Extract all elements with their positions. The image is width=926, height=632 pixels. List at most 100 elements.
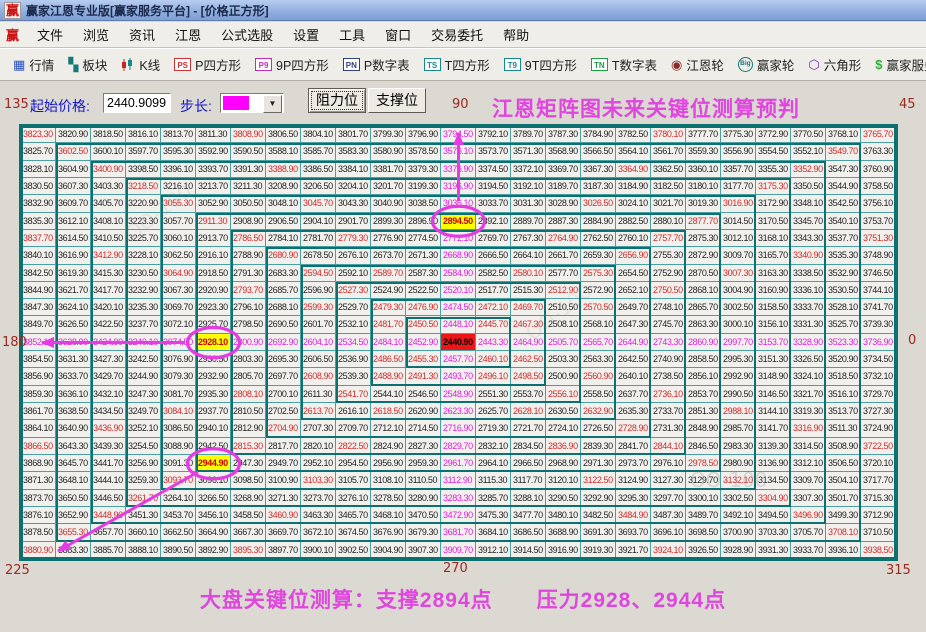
gann-cell: 3775.30 (721, 126, 756, 143)
step-color-select[interactable]: ▼ (220, 93, 284, 113)
gann-cell: 2642.50 (616, 351, 651, 368)
menu-item-江恩[interactable]: 江恩 (165, 23, 211, 46)
gann-cell: 3794.50 (441, 126, 476, 143)
gann-cell: 2966.50 (511, 455, 546, 472)
sectors-icon: ▚ (68, 58, 78, 72)
toolbar-t-square-button[interactable]: TST四方形 (417, 53, 497, 76)
toolbar-quotes-button[interactable]: ▦行情 (6, 53, 61, 76)
gann-cell: 2594.50 (301, 265, 336, 282)
gann-cell: 2551.30 (476, 386, 511, 403)
gann-cell: 2606.50 (301, 351, 336, 368)
toolbar-gann-wheel-button[interactable]: ◉江恩轮 (664, 53, 731, 76)
toolbar-label: P数字表 (364, 55, 410, 74)
gann-cell: 3708.10 (826, 524, 861, 541)
toolbar-label: 板块 (82, 55, 107, 74)
gann-cell: 3465.70 (336, 507, 371, 524)
gann-cell: 3403.30 (91, 178, 126, 195)
menu-item-资讯[interactable]: 资讯 (119, 23, 165, 46)
menu-item-交易委托[interactable]: 交易委托 (421, 23, 493, 46)
gann-cell: 3331.30 (791, 316, 826, 333)
gann-cell: 3885.70 (91, 542, 126, 559)
support-button[interactable]: 支撑位 (368, 88, 426, 113)
menu-item-帮助[interactable]: 帮助 (493, 23, 539, 46)
angle-label-180: 180 (2, 335, 27, 350)
gann-cell: 3156.10 (756, 316, 791, 333)
gann-cell: 2839.30 (581, 438, 616, 455)
gann-cell: 2659.30 (581, 247, 616, 264)
app-logo-icon: 赢 (4, 2, 21, 19)
gann-cell: 2856.10 (686, 368, 721, 385)
start-price-input[interactable]: 2440.9099 (103, 93, 171, 113)
gann-cell: 2930.50 (196, 351, 231, 368)
toolbar-t-number-table-button[interactable]: TNT数字表 (584, 53, 664, 76)
gann-cell: 3578.50 (406, 143, 441, 160)
gann-cell: 2640.10 (616, 368, 651, 385)
gann-cell: 2896.90 (406, 213, 441, 230)
gann-cell: 2750.50 (651, 282, 686, 299)
gann-cell: 2697.70 (266, 368, 301, 385)
gann-cell: 3333.70 (791, 299, 826, 316)
toolbar-winner-service-button[interactable]: $赢家服务 (868, 53, 926, 76)
gann-cell: 2534.50 (336, 334, 371, 351)
gann-cell: 2784.10 (266, 230, 301, 247)
gann-cell: 2649.70 (616, 299, 651, 316)
gann-cell: 3681.70 (441, 524, 476, 541)
gann-cell: 2707.30 (301, 420, 336, 437)
toolbar-kline-button[interactable]: K线 (114, 53, 167, 76)
gann-cell: 3304.90 (756, 490, 791, 507)
gann-cell: 3698.50 (686, 524, 721, 541)
gann-cell: 2700.10 (266, 386, 301, 403)
menu-item-设置[interactable]: 设置 (283, 23, 329, 46)
gann-cell: 3184.90 (616, 178, 651, 195)
gann-cell: 3813.70 (161, 126, 196, 143)
gann-cell: 2820.10 (301, 438, 336, 455)
gann-cell: 3717.70 (861, 472, 896, 489)
gann-cell: 3067.30 (161, 282, 196, 299)
gann-cell: 2846.50 (686, 438, 721, 455)
menu-item-文件[interactable]: 文件 (27, 23, 73, 46)
gann-cell: 3408.10 (91, 213, 126, 230)
toolbar-9p-square-button[interactable]: P99P四方形 (248, 53, 336, 76)
gann-cell: 3338.50 (791, 265, 826, 282)
gann-cell: 2796.10 (231, 299, 266, 316)
gann-cell: 3247.30 (126, 386, 161, 403)
gann-cell: 2565.70 (581, 334, 616, 351)
toolbar-sectors-button[interactable]: ▚ 板块 (61, 53, 114, 76)
gann-cell: 3319.30 (791, 403, 826, 420)
gann-cell: 2462.50 (511, 351, 546, 368)
gann-cell: 3554.50 (756, 143, 791, 160)
gann-cell: 3213.70 (196, 178, 231, 195)
toolbar-label: 江恩轮 (686, 55, 724, 74)
gann-cell: 3100.90 (266, 472, 301, 489)
gann-cell: 3024.10 (616, 195, 651, 212)
resistance-button[interactable]: 阻力位 (308, 88, 366, 113)
gann-cell: 2515.30 (511, 282, 546, 299)
gann-cell: 3928.90 (721, 542, 756, 559)
toolbar-hexagon-button[interactable]: ⬡六角形 (801, 53, 868, 76)
gann-cell: 3345.70 (791, 213, 826, 230)
gann-cell: 2889.70 (511, 213, 546, 230)
gann-cell: 3055.30 (161, 195, 196, 212)
gann-cell: 3472.90 (441, 507, 476, 524)
toolbar-winner-wheel-button[interactable]: Big赢家轮 (731, 53, 802, 76)
gann-cell: 2724.10 (546, 420, 581, 437)
menu-item-公式选股[interactable]: 公式选股 (211, 23, 283, 46)
gann-cell: 2664.10 (511, 247, 546, 264)
menu-item-浏览[interactable]: 浏览 (73, 23, 119, 46)
toolbar-p-number-table-button[interactable]: PNP数字表 (336, 53, 417, 76)
menu-item-窗口[interactable]: 窗口 (375, 23, 421, 46)
gann-cell: 3007.30 (721, 265, 756, 282)
toolbar-9t-square-button[interactable]: T99T四方形 (497, 53, 584, 76)
gann-cell: 2486.50 (371, 351, 406, 368)
gann-cell: 2868.10 (686, 282, 721, 299)
chevron-down-icon[interactable]: ▼ (263, 95, 282, 113)
toolbar-p-square-button[interactable]: PSP四方形 (167, 53, 248, 76)
gann-cell: 3763.30 (861, 143, 896, 160)
toolbar-label: 赢家轮 (757, 55, 795, 74)
gann-cell: 3237.70 (126, 316, 161, 333)
gann-cell: 3715.30 (861, 490, 896, 507)
gann-cell: 3393.70 (196, 161, 231, 178)
gann-cell: 2661.70 (546, 247, 581, 264)
gann-cell: 3388.90 (266, 161, 301, 178)
menu-item-工具[interactable]: 工具 (329, 23, 375, 46)
